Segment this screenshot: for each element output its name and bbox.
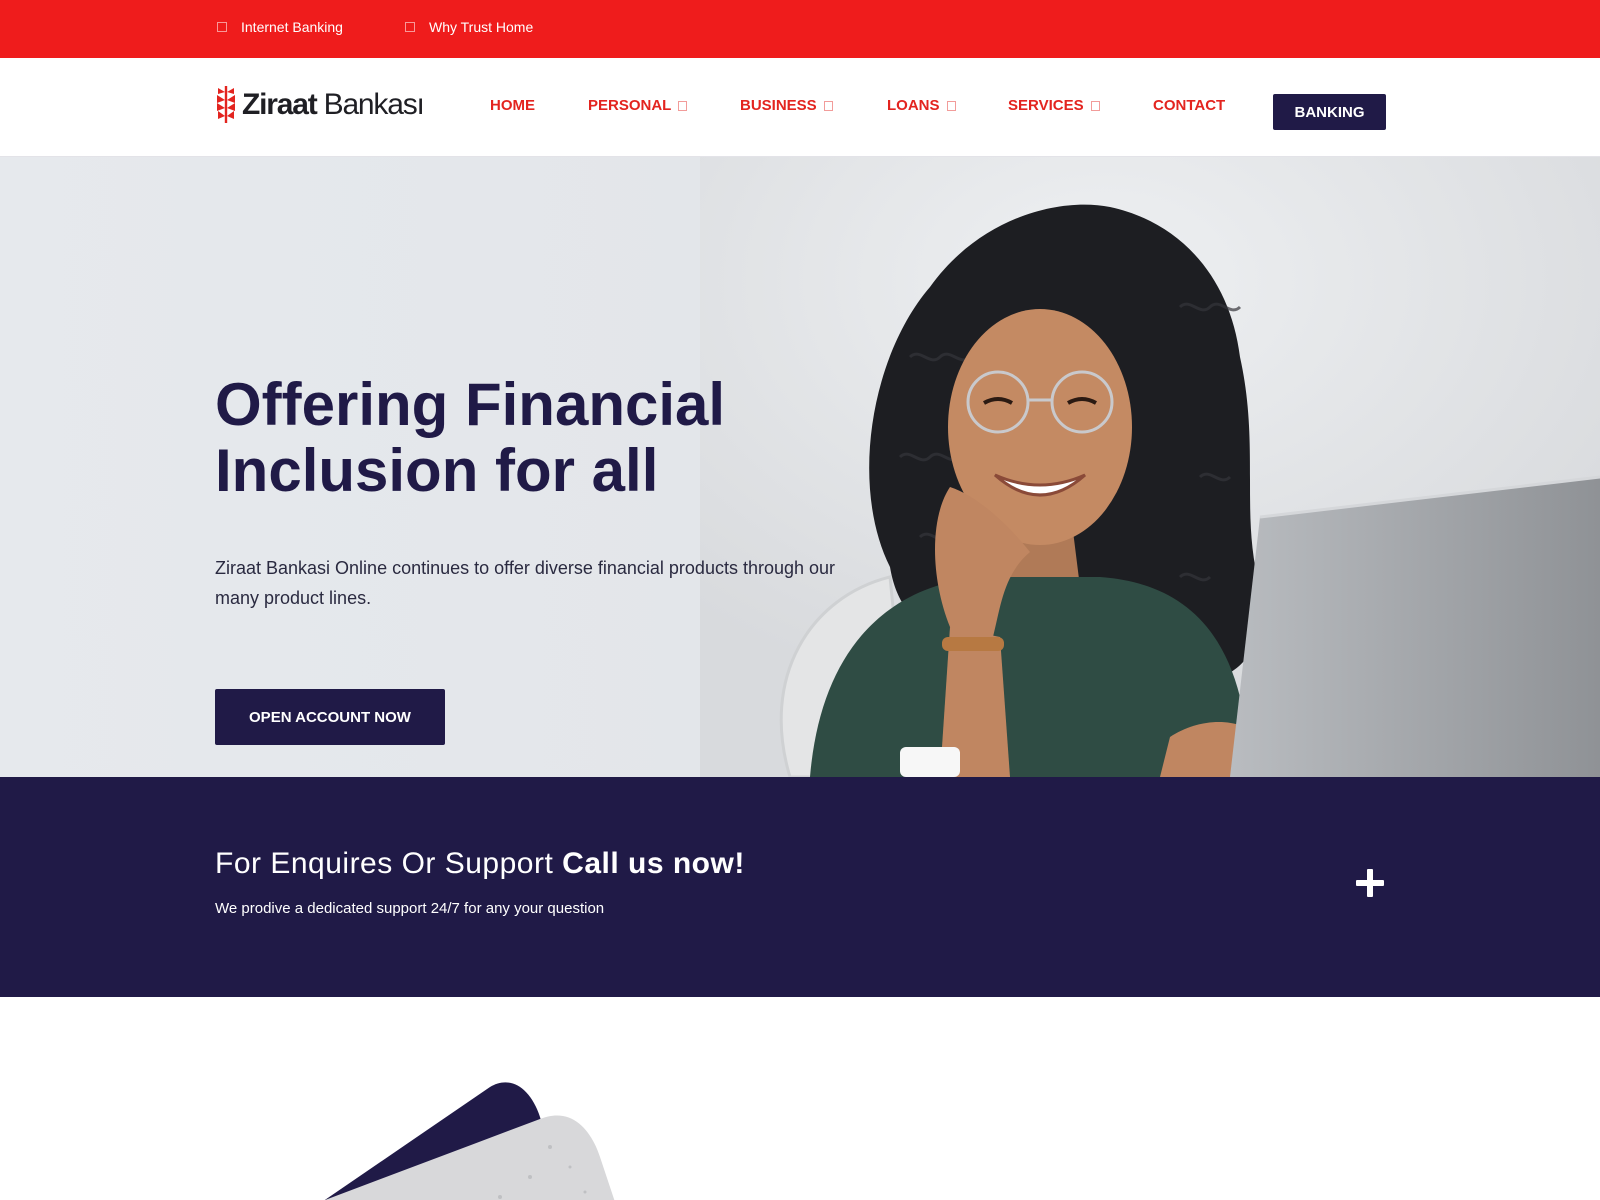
bank-cards-illustration xyxy=(324,1082,615,1200)
support-title: For Enquires Or Support Call us now! xyxy=(215,847,745,880)
support-subtitle: We prodive a dedicated support 24/7 for … xyxy=(215,900,605,917)
nav-item-label: HOME xyxy=(490,97,535,114)
nav-item-contact[interactable]: CONTACT xyxy=(1153,97,1225,114)
nav-item-label: LOANS xyxy=(887,97,940,114)
chevron-down-icon xyxy=(678,100,688,111)
hero-section: Offering Financial Inclusion for all Zir… xyxy=(0,157,1600,777)
cards-section xyxy=(0,997,1600,1200)
hero-woman-photo xyxy=(700,157,1600,777)
hero-title-line: Inclusion for all xyxy=(215,437,659,504)
nav-item-label: BUSINESS xyxy=(740,97,817,114)
top-bar: Internet Banking Why Trust Home xyxy=(0,0,1600,58)
nav-item-loans[interactable]: LOANS xyxy=(887,97,956,114)
topbar-link-internet-banking[interactable]: Internet Banking xyxy=(217,19,343,35)
shield-icon xyxy=(405,22,415,32)
nav-item-label: CONTACT xyxy=(1153,97,1226,114)
chevron-down-icon xyxy=(1090,100,1100,111)
desktop-icon xyxy=(217,22,227,32)
nav-item-business[interactable]: BUSINESS xyxy=(740,97,833,114)
support-banner: For Enquires Or Support Call us now! We … xyxy=(0,777,1600,997)
topbar-link-label: Why Trust Home xyxy=(429,19,534,35)
hero-title-line: Offering Financial xyxy=(215,371,726,438)
plus-icon[interactable] xyxy=(1356,869,1384,897)
nav-item-home[interactable]: HOME xyxy=(490,97,535,114)
nav-item-label: SERVICES xyxy=(1008,97,1084,114)
hero-title: Offering Financial Inclusion for all xyxy=(215,372,835,504)
nav-item-label: PERSONAL xyxy=(588,97,672,114)
hero-subtitle: Ziraat Bankasi Online continues to offer… xyxy=(215,558,836,608)
open-account-button[interactable]: OPEN ACCOUNT NOW xyxy=(215,689,445,745)
topbar-link-why-trust-home[interactable]: Why Trust Home xyxy=(405,19,533,35)
site-header: Ziraat Bankası HOME PERSONAL BUSINESS LO… xyxy=(0,58,1600,157)
chevron-down-icon xyxy=(823,100,833,111)
nav-item-services[interactable]: SERVICES xyxy=(1008,97,1100,114)
nav-item-personal[interactable]: PERSONAL xyxy=(588,97,688,114)
banking-button[interactable]: BANKING xyxy=(1273,94,1386,130)
topbar-link-label: Internet Banking xyxy=(241,19,343,35)
chevron-down-icon xyxy=(946,100,956,111)
